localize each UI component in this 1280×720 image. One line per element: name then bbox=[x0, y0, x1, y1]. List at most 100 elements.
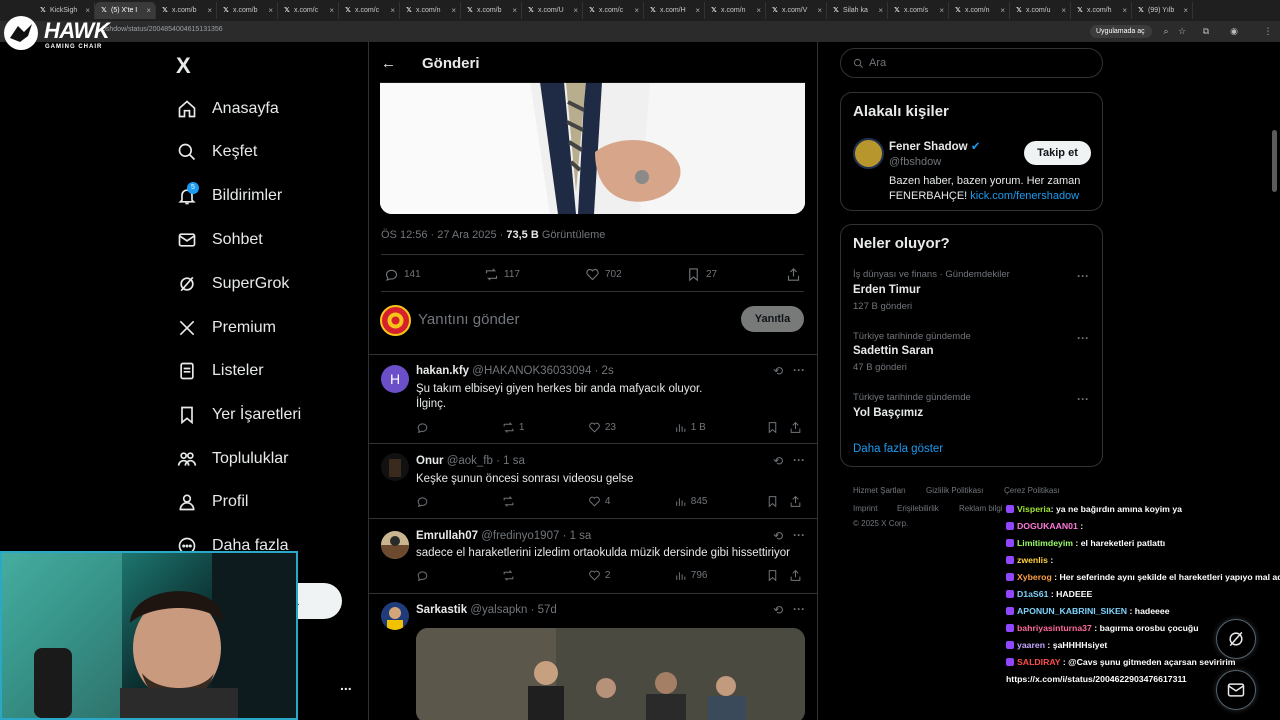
browser-tab[interactable]: 𝕏x.com/c × bbox=[339, 2, 400, 19]
browser-tab[interactable]: 𝕏x.com/V × bbox=[766, 2, 827, 19]
nav-explore[interactable]: Keşfet bbox=[176, 137, 257, 167]
reply-author-handle[interactable]: @HAKANOK36033094 · 2s bbox=[472, 365, 613, 377]
open-in-app-chip[interactable]: Uygulamada aç bbox=[1090, 25, 1152, 38]
footer-cookies[interactable]: Çerez Politikası bbox=[1004, 486, 1060, 495]
reply-author-handle[interactable]: @yalsapkn · 57d bbox=[470, 604, 556, 616]
reply-media[interactable] bbox=[416, 628, 805, 720]
reply-tweet[interactable]: Sarkastik @yalsapkn · 57d ⟲ ··· bbox=[369, 595, 817, 720]
browser-tab[interactable]: 𝕏x.com/n × bbox=[400, 2, 461, 19]
browser-tab[interactable]: 𝕏x.com/c × bbox=[278, 2, 339, 19]
nav-bookmarks[interactable]: Yer İşaretleri bbox=[176, 400, 301, 430]
tab-close-icon[interactable]: × bbox=[573, 6, 578, 15]
reply-input[interactable]: Yanıtını gönder bbox=[418, 311, 519, 328]
post-bookmark-action[interactable]: 27 bbox=[686, 267, 717, 282]
views-action[interactable]: 796 bbox=[674, 569, 766, 582]
tab-close-icon[interactable]: × bbox=[817, 6, 822, 15]
footer-imprint[interactable]: Imprint bbox=[853, 504, 877, 513]
tab-close-icon[interactable]: × bbox=[268, 6, 273, 15]
browser-tab[interactable]: 𝕏x.com/c × bbox=[583, 2, 644, 19]
search-input[interactable]: Ara bbox=[840, 48, 1103, 78]
like-action[interactable]: 2 bbox=[588, 569, 674, 582]
reply-author-name[interactable]: Emrullah07 bbox=[416, 530, 478, 542]
browser-tab[interactable]: 𝕏 (99) Yılb × bbox=[1132, 2, 1193, 19]
tab-close-icon[interactable]: × bbox=[878, 6, 883, 15]
more-icon[interactable]: ··· bbox=[793, 602, 805, 616]
bookmark-action[interactable] bbox=[766, 495, 789, 508]
page-scrollbar[interactable] bbox=[1272, 130, 1277, 192]
browser-menu-icon[interactable]: ⋮ bbox=[1262, 25, 1274, 37]
more-icon[interactable]: ··· bbox=[793, 528, 805, 542]
back-arrow-icon[interactable]: ← bbox=[381, 55, 396, 72]
person-bio-link[interactable]: kick.com/fenershadow bbox=[970, 190, 1079, 202]
browser-tab[interactable]: 𝕏x.com/n × bbox=[949, 2, 1010, 19]
reply-avatar[interactable] bbox=[381, 602, 409, 630]
show-more-link[interactable]: Daha fazla göster bbox=[853, 443, 943, 455]
reply-author-name[interactable]: Onur bbox=[416, 455, 443, 467]
browser-tab[interactable]: 𝕏x.com/U × bbox=[522, 2, 583, 19]
grok-icon[interactable]: ⟲ bbox=[773, 603, 783, 617]
chat-username[interactable]: SALDIRAY bbox=[1017, 657, 1060, 667]
reply-author-handle[interactable]: @fredinyo1907 · 1 sa bbox=[481, 530, 591, 542]
chat-username[interactable]: Visperia bbox=[1017, 504, 1051, 514]
tab-close-icon[interactable]: × bbox=[1061, 6, 1066, 15]
footer-accessibility[interactable]: Erişilebilirlik bbox=[897, 504, 939, 513]
nav-premium[interactable]: Premium bbox=[176, 313, 276, 343]
tab-close-icon[interactable]: × bbox=[1000, 6, 1005, 15]
chat-username[interactable]: APONUN_KABRINI_SIKEN bbox=[1017, 606, 1127, 616]
tab-close-icon[interactable]: × bbox=[695, 6, 700, 15]
nav-profile[interactable]: Profil bbox=[176, 487, 248, 517]
like-action[interactable]: 23 bbox=[588, 421, 674, 434]
profile-icon[interactable]: ◉ bbox=[1228, 25, 1240, 37]
share-action[interactable] bbox=[789, 421, 806, 434]
reply-action[interactable] bbox=[416, 421, 502, 434]
more-icon[interactable]: ··· bbox=[793, 453, 805, 467]
person-handle[interactable]: @fbshdow bbox=[889, 156, 941, 168]
reply-avatar[interactable] bbox=[381, 453, 409, 481]
footer-terms[interactable]: Hizmet Şartları bbox=[853, 486, 906, 495]
repost-action[interactable] bbox=[502, 569, 588, 582]
browser-tab[interactable]: 𝕏x.com/n × bbox=[705, 2, 766, 19]
trend-name[interactable]: Yol Başçımız bbox=[853, 407, 923, 419]
post-reply-action[interactable]: 141 bbox=[384, 267, 421, 282]
tab-close-icon[interactable]: × bbox=[329, 6, 334, 15]
messages-fab[interactable] bbox=[1216, 670, 1256, 710]
share-action[interactable] bbox=[789, 495, 806, 508]
tab-close-icon[interactable]: × bbox=[1183, 6, 1188, 15]
reply-author-name[interactable]: hakan.kfy bbox=[416, 365, 469, 377]
grok-icon[interactable]: ⟲ bbox=[773, 454, 783, 468]
tab-close-icon[interactable]: × bbox=[939, 6, 944, 15]
grok-fab[interactable] bbox=[1216, 619, 1256, 659]
trend-more-icon[interactable]: ··· bbox=[1077, 392, 1089, 406]
reply-tweet[interactable]: H hakan.kfy @HAKANOK36033094 · 2s ⟲ ··· … bbox=[369, 355, 817, 444]
extensions-icon[interactable]: ⧉ bbox=[1200, 25, 1212, 37]
reply-tweet[interactable]: Emrullah07 @fredinyo1907 · 1 sa ⟲ ··· sa… bbox=[369, 520, 817, 594]
trend-name[interactable]: Erden Timur bbox=[853, 284, 921, 296]
bookmark-star-icon[interactable]: ☆ bbox=[1176, 25, 1188, 37]
chat-username[interactable]: bahriyasinturna37 bbox=[1017, 623, 1092, 633]
tab-close-icon[interactable]: × bbox=[146, 6, 151, 15]
trend-more-icon[interactable]: ··· bbox=[1077, 269, 1089, 283]
repost-action[interactable]: 1 bbox=[502, 421, 588, 434]
trend-more-icon[interactable]: ··· bbox=[1077, 331, 1089, 345]
grok-icon[interactable]: ⟲ bbox=[773, 529, 783, 543]
x-logo-icon[interactable]: X bbox=[176, 53, 191, 79]
tab-close-icon[interactable]: × bbox=[207, 6, 212, 15]
tab-close-icon[interactable]: × bbox=[390, 6, 395, 15]
chat-username[interactable]: D1aS61 bbox=[1017, 589, 1048, 599]
nav-chat[interactable]: Sohbet bbox=[176, 225, 263, 255]
nav-lists[interactable]: Listeler bbox=[176, 356, 264, 386]
post-image[interactable] bbox=[380, 82, 805, 214]
footer-privacy[interactable]: Gizlilik Politikası bbox=[926, 486, 983, 495]
browser-tab[interactable]: 𝕏 KickSigh × bbox=[34, 2, 95, 19]
my-avatar[interactable] bbox=[380, 305, 411, 336]
tab-close-icon[interactable]: × bbox=[85, 6, 90, 15]
person-name[interactable]: Fener Shadow ✔ bbox=[889, 139, 980, 153]
browser-tab[interactable]: 𝕏x.com/b × bbox=[461, 2, 522, 19]
views-action[interactable]: 845 bbox=[674, 495, 766, 508]
address-url[interactable]: bshdow/status/2004854004615131356 bbox=[102, 26, 223, 33]
footer-ads[interactable]: Reklam bilgi bbox=[959, 504, 1003, 513]
bookmark-action[interactable] bbox=[766, 569, 789, 582]
chat-username[interactable]: zwenlis bbox=[1017, 555, 1048, 565]
reply-author-name[interactable]: Sarkastik bbox=[416, 604, 467, 616]
reply-action[interactable] bbox=[416, 495, 502, 508]
